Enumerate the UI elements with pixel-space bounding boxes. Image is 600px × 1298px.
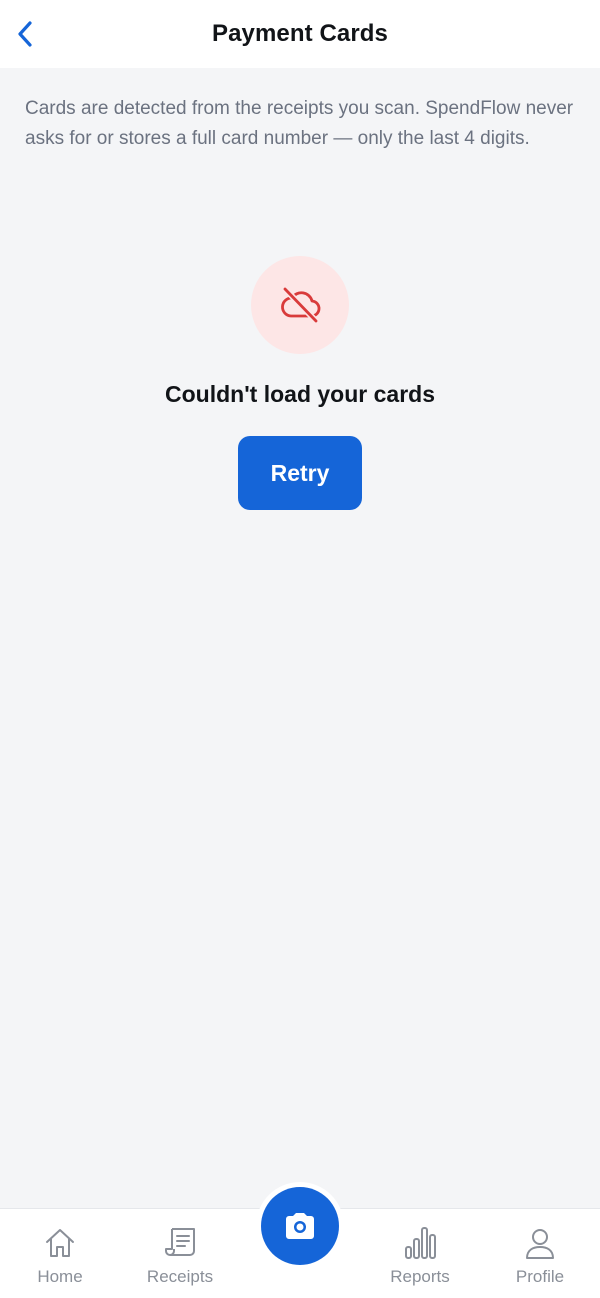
page-title: Payment Cards — [211, 20, 389, 47]
tab-label-profile: Profile — [515, 1267, 565, 1286]
tab-label-home: Home — [37, 1267, 83, 1286]
tab-label-reports: Reports — [390, 1267, 450, 1286]
error-state: Couldn't load your cards Retry — [0, 256, 600, 510]
tab-reports[interactable]: Reports — [360, 1209, 480, 1298]
error-title: Couldn't load your cards — [165, 381, 435, 407]
cloud-off-icon — [281, 286, 321, 324]
scan-receipt-button[interactable] — [256, 1182, 344, 1270]
cards-description: Cards are detected from the receipts you… — [25, 98, 574, 149]
payment-cards-screen: Payment Cards Cards are detected from th… — [0, 0, 600, 1298]
retry-button[interactable]: Retry — [238, 436, 362, 510]
receipt-icon — [165, 1228, 195, 1256]
home-icon — [46, 1229, 74, 1257]
tab-profile[interactable]: Profile — [480, 1209, 600, 1298]
back-button[interactable] — [6, 10, 46, 58]
camera-icon — [286, 1213, 314, 1239]
tab-home[interactable]: Home — [0, 1209, 120, 1298]
tab-receipts[interactable]: Receipts — [120, 1209, 240, 1298]
chevron-left-icon — [18, 21, 32, 47]
error-icon-badge — [251, 256, 349, 354]
tab-label-receipts: Receipts — [146, 1267, 214, 1286]
header: Payment Cards — [0, 0, 600, 68]
user-icon — [526, 1229, 554, 1259]
bar-chart-icon — [405, 1227, 436, 1259]
